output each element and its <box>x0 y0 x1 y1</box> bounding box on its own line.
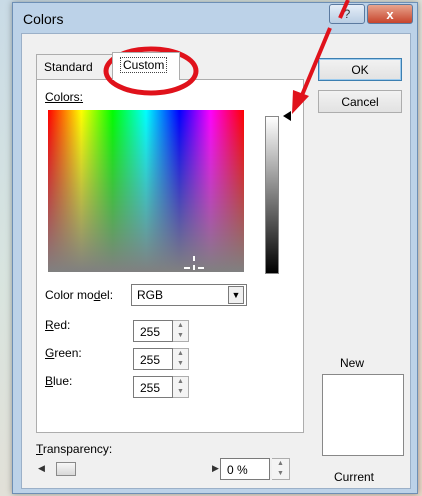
help-icon: ? <box>343 7 351 21</box>
blue-spinner[interactable]: 255 ▲ ▼ <box>133 376 191 398</box>
slider-left-icon[interactable]: ◀ <box>38 463 45 474</box>
tab-standard[interactable]: Standard <box>36 54 114 80</box>
color-model-select[interactable]: RGB ▼ <box>131 284 247 306</box>
close-button[interactable]: x <box>367 4 413 24</box>
colors-dialog: Colors ? x Standard Custom Colors: Color… <box>12 2 418 494</box>
color-spectrum[interactable] <box>48 110 244 272</box>
tab-custom-label: Custom <box>120 57 168 73</box>
spin-up-icon[interactable]: ▲ <box>173 377 188 387</box>
dialog-body: Standard Custom Colors: Color model: RGB… <box>21 33 411 489</box>
transparency-input[interactable]: 0 % <box>220 458 270 480</box>
new-label: New <box>340 356 365 370</box>
spin-down-icon[interactable]: ▼ <box>272 469 289 479</box>
slider-thumb[interactable] <box>56 462 76 476</box>
blue-label: Blue: <box>45 374 73 388</box>
chevron-down-icon[interactable]: ▼ <box>228 286 244 304</box>
current-label: Current <box>334 470 375 484</box>
red-input[interactable]: 255 <box>133 320 173 342</box>
luminance-pointer-icon[interactable] <box>283 111 291 121</box>
spin-down-icon[interactable]: ▼ <box>173 359 188 369</box>
color-model-value: RGB <box>137 288 164 302</box>
close-icon: x <box>386 6 394 22</box>
tab-custom[interactable]: Custom <box>112 52 180 80</box>
dialog-title: Colors <box>23 11 64 27</box>
spin-up-icon[interactable]: ▲ <box>173 349 188 359</box>
cancel-button[interactable]: Cancel <box>318 90 402 113</box>
custom-panel: Colors: Color model: RGB ▼ Red: 255 ▲▼ <box>36 79 304 433</box>
slider-right-icon[interactable]: ▶ <box>212 463 219 474</box>
green-label: Green: <box>45 346 82 360</box>
luminance-slider[interactable] <box>265 116 279 274</box>
help-button[interactable]: ? <box>329 4 365 24</box>
transparency-spinner[interactable]: 0 % ▲ ▼ <box>220 458 290 480</box>
spin-down-icon[interactable]: ▼ <box>173 387 188 397</box>
title-bar: Colors ? x <box>13 3 417 33</box>
red-spinner[interactable]: 255 ▲ ▼ <box>133 320 191 342</box>
transparency-slider[interactable]: ◀ ▶ <box>38 460 220 478</box>
green-spinner[interactable]: 255 ▲ ▼ <box>133 348 191 370</box>
ok-button[interactable]: OK <box>318 58 402 81</box>
crosshair-icon <box>184 256 204 270</box>
transparency-label: Transparency: <box>36 442 113 456</box>
green-input[interactable]: 255 <box>133 348 173 370</box>
color-preview-swatch <box>322 374 404 456</box>
spin-up-icon[interactable]: ▲ <box>272 459 289 469</box>
blue-input[interactable]: 255 <box>133 376 173 398</box>
color-model-label: Color model: <box>45 288 114 302</box>
spin-up-icon[interactable]: ▲ <box>173 321 188 331</box>
colors-label: Colors: <box>45 90 84 104</box>
spin-down-icon[interactable]: ▼ <box>173 331 188 341</box>
red-label: Red: <box>45 318 71 332</box>
